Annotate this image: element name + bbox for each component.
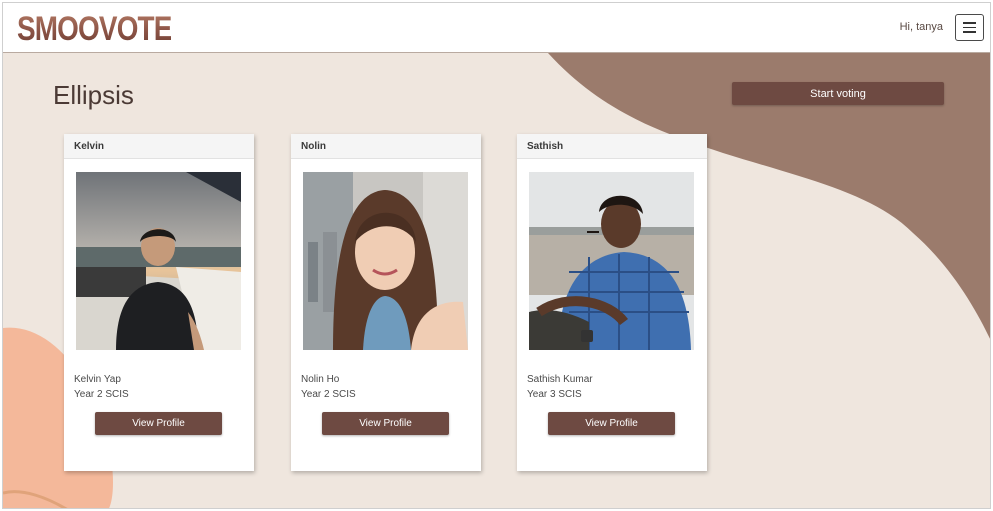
hamburger-icon xyxy=(963,22,976,24)
candidate-card: Kelvin Kelvin Yap Year 2 SCIS View Profi… xyxy=(64,134,254,471)
app-logo[interactable]: SMOOVOTE xyxy=(17,9,172,49)
menu-button[interactable] xyxy=(955,14,984,41)
candidate-name: Sathish Kumar xyxy=(527,374,593,385)
candidate-card: Nolin Nolin Ho Year 2 SCIS View Profile xyxy=(291,134,481,471)
card-header: Kelvin xyxy=(64,134,254,159)
start-voting-button[interactable]: Start voting xyxy=(732,82,944,105)
top-navbar: SMOOVOTE Hi, tanya xyxy=(3,3,990,53)
candidate-name: Nolin Ho xyxy=(301,374,340,385)
main-content: Ellipsis Start voting Kelvin Kelvin Yap … xyxy=(3,53,990,508)
candidate-name: Kelvin Yap xyxy=(74,374,121,385)
card-header: Sathish xyxy=(517,134,707,159)
page-title: Ellipsis xyxy=(53,80,134,110)
candidate-photo xyxy=(76,172,241,350)
candidate-card: Sathish Sathish Kumar Year 3 SCIS View P… xyxy=(517,134,707,471)
candidate-photo xyxy=(529,172,694,350)
view-profile-button[interactable]: View Profile xyxy=(95,412,222,435)
candidate-year: Year 3 SCIS xyxy=(527,389,582,400)
view-profile-button[interactable]: View Profile xyxy=(322,412,449,435)
user-greeting: Hi, tanya xyxy=(899,21,943,33)
candidate-year: Year 2 SCIS xyxy=(301,389,356,400)
card-header: Nolin xyxy=(291,134,481,159)
candidate-photo xyxy=(303,172,468,350)
app-window: SMOOVOTE Hi, tanya Ellipsis Start voting… xyxy=(2,2,991,509)
candidate-year: Year 2 SCIS xyxy=(74,389,129,400)
view-profile-button[interactable]: View Profile xyxy=(548,412,675,435)
